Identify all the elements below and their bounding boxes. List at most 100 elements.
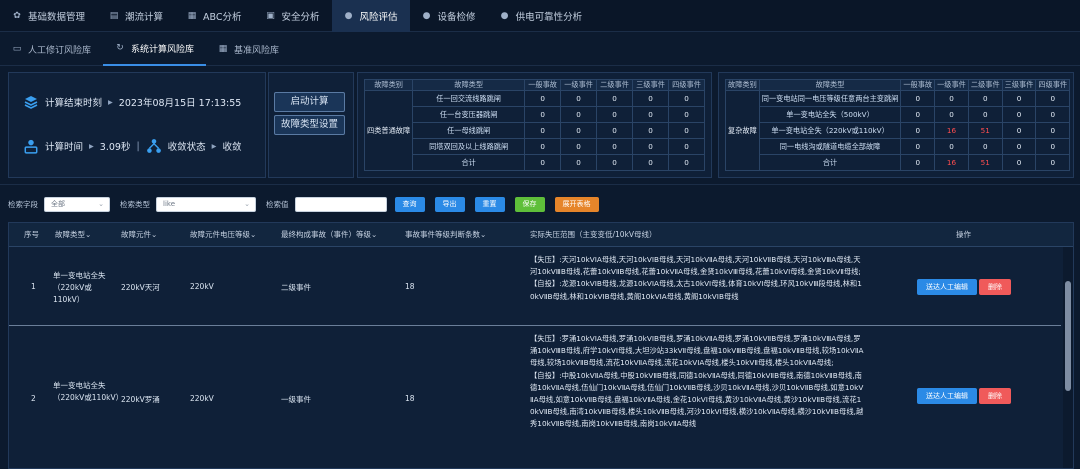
grid-icon: ▦ <box>218 44 228 54</box>
col-header: 故障类别 <box>363 79 414 91</box>
count-cell: 0 <box>1001 138 1037 155</box>
fault-type-settings-button[interactable]: 故障类型设置 <box>274 115 345 135</box>
bullet-icon: ▸ <box>89 140 94 152</box>
count-cell: 0 <box>596 90 634 107</box>
monitor-icon: ▭ <box>12 44 22 54</box>
nav-label: 设备检修 <box>437 11 476 23</box>
common-fault-table: 故障类别 故障类型 一般事故 一级事件 二级事件 三级事件 四级事件 四类普通故… <box>363 79 705 171</box>
tab-label: 人工修订风险库 <box>28 45 92 56</box>
count-cell: 0 <box>1035 90 1071 107</box>
value-label: 检索值 <box>266 199 289 209</box>
col-header: 二级事件 <box>967 79 1003 91</box>
count-cell: 0 <box>934 138 969 155</box>
nav-security-analysis[interactable]: ▣ 安全分析 <box>254 0 332 32</box>
row-scope: 【失压】:罗涌10kVⅠA母线,罗涌10kVⅠB母线,罗涌10kVⅡA母线,罗涌… <box>530 333 865 431</box>
col-header: 一级事件 <box>934 79 969 91</box>
fault-type: 同塔双回及以上线路跳闸 <box>412 138 526 155</box>
nav-reliability-analysis[interactable]: ● 供电可靠性分析 <box>488 0 595 32</box>
nav-abc-analysis[interactable]: ▦ ABC分析 <box>175 0 253 32</box>
count-cell: 16 <box>934 154 969 171</box>
col-header: 故障类别 <box>725 79 760 91</box>
send-manual-edit-button[interactable]: 送达人工编辑 <box>917 388 977 404</box>
scrollbar[interactable] <box>1063 247 1073 468</box>
gear-icon: ✿ <box>13 10 21 21</box>
delete-button[interactable]: 删除 <box>979 279 1011 295</box>
count-cell: 0 <box>668 106 705 123</box>
count-cell: 0 <box>934 90 969 107</box>
col-header: 故障类型 <box>412 79 526 91</box>
col-header: 四级事件 <box>1035 79 1071 91</box>
risk-grid: 序号 故障类型⌄ 故障元件⌄ 故障元件电压等级⌄ 最终构成事故（事件）等级⌄ 事… <box>8 222 1074 469</box>
row-fault-type: 单一变电站全失（220kV或110kV） <box>53 271 106 304</box>
tab-label: 系统计算风险库 <box>131 44 195 55</box>
table-row: 复杂故障 同一变电站同一电压等级任意两台主变跳闸 0 0 0 0 0 <box>725 90 1071 171</box>
count-cell: 0 <box>1001 90 1037 107</box>
expand-table-button[interactable]: 展开表格 <box>554 196 599 212</box>
calc-end-value: 2023年08月15日 17:13:55 <box>118 98 242 109</box>
col-fault-type[interactable]: 故障类型⌄ <box>55 223 91 247</box>
count-cell: 0 <box>524 106 562 123</box>
fault-type: 同一电线沟或隧道电缆全部故障 <box>758 138 902 155</box>
nav-basic-data[interactable]: ✿ 基础数据管理 <box>0 0 97 32</box>
count-cell: 0 <box>1001 154 1037 171</box>
row-fault-type: 单一变电站全失（220kV或110kV） <box>53 381 124 402</box>
fault-type: 任一台变压器跳闸 <box>412 106 526 123</box>
query-button[interactable]: 查询 <box>394 196 425 212</box>
sort-icon: ⌄ <box>250 230 257 239</box>
scrollbar-thumb[interactable] <box>1065 281 1071 391</box>
count-cell: 0 <box>967 90 1003 107</box>
count-cell: 0 <box>632 138 670 155</box>
send-manual-edit-button[interactable]: 送达人工编辑 <box>917 279 977 295</box>
col-count[interactable]: 事故事件等级判断条数⌄ <box>405 223 486 247</box>
nav-risk-assessment[interactable]: ● 风险评估 <box>331 0 410 32</box>
user-icon: ● <box>344 10 353 21</box>
tab-baseline-risk-library[interactable]: ▦ 基准风险库 <box>206 33 291 66</box>
fault-type: 单一变电站全失（220kV或110kV） <box>758 122 902 139</box>
calc-time-value: 3.09秒 <box>99 142 131 153</box>
user-tree-icon <box>24 139 38 154</box>
tab-manual-risk-library[interactable]: ▭ 人工修订风险库 <box>0 33 103 66</box>
col-scope: 实际失压范围（主变变低/10kV母线） <box>530 230 657 239</box>
table-row: 四类普通故障 任一回交流线路跳闸 0 0 0 0 0 <box>363 90 705 171</box>
calc-end-label: 计算结束时刻 <box>45 98 103 109</box>
calc-status-panel: 计算结束时刻 ▸ 2023年08月15日 17:13:55 计算时间 ▸ 3.0… <box>8 72 266 178</box>
user-icon: ● <box>422 10 431 21</box>
col-voltage[interactable]: 故障元件电压等级⌄ <box>190 223 256 247</box>
bullet-icon: ▸ <box>211 140 217 152</box>
reset-button[interactable]: 重置 <box>474 196 505 212</box>
tab-label: 基准风险库 <box>234 45 280 56</box>
sort-icon: ⌄ <box>480 230 487 239</box>
row-index: 2 <box>31 394 36 403</box>
count-cell: 0 <box>1001 122 1037 139</box>
count-cell: 0 <box>967 106 1003 123</box>
nav-equipment-maintenance[interactable]: ● 设备检修 <box>410 0 488 32</box>
col-level[interactable]: 最终构成事故（事件）等级⌄ <box>281 223 377 247</box>
count-cell: 0 <box>560 90 598 107</box>
start-calc-button[interactable]: 启动计算 <box>274 92 345 112</box>
kind-select-value: like <box>163 199 176 208</box>
search-value-input[interactable] <box>294 196 387 212</box>
field-select[interactable]: 全部 ⌄ <box>44 196 110 212</box>
scope-line: 【失压】:罗涌10kVⅠA母线,罗涌10kVⅠB母线,罗涌10kVⅡA母线,罗涌… <box>530 334 864 368</box>
fault-category: 四类普通故障 <box>363 90 414 171</box>
count-cell: 0 <box>668 138 705 155</box>
export-button[interactable]: 导出 <box>434 196 465 212</box>
col-element[interactable]: 故障元件⌄ <box>121 223 157 247</box>
fault-type: 合计 <box>758 154 902 171</box>
complex-fault-summary: 故障类别 故障类型 一般事故 一级事件 二级事件 三级事件 四级事件 复杂故障 … <box>718 72 1074 178</box>
count-cell: 0 <box>632 122 670 139</box>
tab-system-risk-library[interactable]: ↻ 系统计算风险库 <box>103 33 207 66</box>
chevron-down-icon: ⌄ <box>98 199 104 208</box>
count-cell: 0 <box>1035 106 1071 123</box>
col-header: 三级事件 <box>1001 79 1037 91</box>
col-label: 事故事件等级判断条数 <box>405 230 480 239</box>
count-cell: 0 <box>900 154 936 171</box>
save-button[interactable]: 保存 <box>514 196 545 212</box>
kind-select[interactable]: like ⌄ <box>156 196 256 212</box>
count-cell: 51 <box>967 154 1003 171</box>
divider <box>0 184 1080 185</box>
scope-line: 【自投】:龙源10kVⅠB母线,龙源10kVⅠA母线,太古10kVⅠ母线,体育1… <box>530 279 862 301</box>
table-row: 单一变电站全失（220kV或110kV） 0 16 51 0 0 <box>726 122 1071 139</box>
nav-power-flow[interactable]: ▤ 潮流计算 <box>97 0 175 32</box>
delete-button[interactable]: 删除 <box>979 388 1011 404</box>
